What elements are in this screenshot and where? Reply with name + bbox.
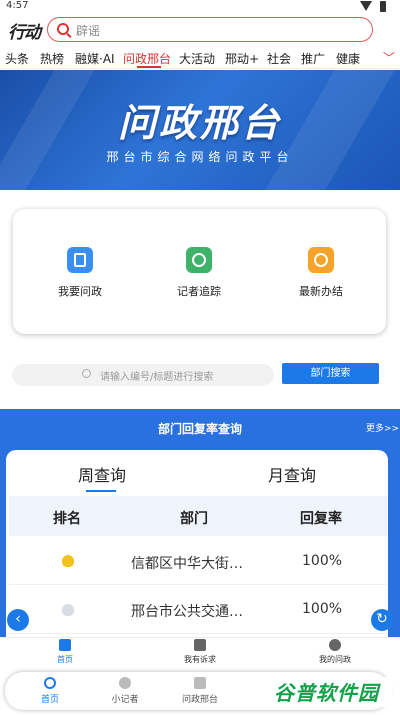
rate-value: 100% <box>302 553 343 569</box>
tab-xingdong-plus[interactable]: 邢动+ <box>225 50 259 67</box>
status-bar: 4:57 <box>0 0 400 14</box>
inner-nav-label: 我有诉求 <box>184 655 216 664</box>
wifi-icon <box>360 1 372 11</box>
bottom-nav-label: 首页 <box>40 695 59 705</box>
search-placeholder: 辟谣 <box>76 24 101 38</box>
watermark-text: 谷普软件园 <box>274 681 379 705</box>
service-label: 我要问政 <box>58 285 102 298</box>
dept-name: 信都区中华大街… <box>131 556 243 572</box>
reporter-icon <box>186 247 212 273</box>
inner-nav-mine[interactable]: 我的问政 <box>305 639 365 665</box>
home-icon <box>44 677 56 689</box>
column-rate: 回复率 <box>300 511 342 527</box>
tab-weekly[interactable]: 周查询 <box>78 462 126 486</box>
watermark: 谷普软件园 <box>274 677 392 707</box>
service-latest[interactable]: 最新办结 <box>281 247 361 299</box>
search-input[interactable]: 辟谣 <box>47 17 373 42</box>
tab-hot[interactable]: 热榜 <box>40 50 64 67</box>
more-link[interactable]: 更多>> <box>366 421 399 434</box>
channel-tabs: 头条 热榜 融媒·AI 问政邢台 大活动 邢动+ 社会 推广 健康 ﹀ <box>0 47 400 69</box>
battery-icon <box>380 1 386 12</box>
clipboard-icon <box>67 247 93 273</box>
bottom-nav-label: 问政邢台 <box>181 695 218 705</box>
inner-nav-home[interactable]: 首页 <box>35 639 95 665</box>
service-label: 记者追踪 <box>177 285 221 298</box>
service-card: 我要问政 记者追踪 最新办结 <box>13 209 386 334</box>
tab-events[interactable]: 大活动 <box>179 50 215 67</box>
dept-search-button[interactable]: 部门搜索 <box>282 363 379 384</box>
inner-nav-label: 首页 <box>57 655 73 664</box>
active-tab-indicator <box>137 66 161 68</box>
gold-trophy-icon <box>62 555 74 567</box>
tab-monthly[interactable]: 月查询 <box>268 462 316 486</box>
bottom-nav-reporter[interactable]: 小记者 <box>95 677 155 705</box>
bottom-nav-label: 小记者 <box>111 695 139 705</box>
tab-promo[interactable]: 推广 <box>301 50 325 67</box>
status-time: 4:57 <box>6 0 29 11</box>
section-title: 部门回复率查询 <box>157 422 242 436</box>
chevron-down-icon[interactable]: ﹀ <box>383 49 395 66</box>
user-icon <box>329 639 341 651</box>
refresh-icon[interactable]: ↻ <box>371 609 393 631</box>
column-rank: 排名 <box>53 511 81 527</box>
banner-title: 问政邢台 <box>117 101 282 145</box>
active-tab-indicator <box>86 490 116 492</box>
bottom-nav-wenzheng[interactable]: 问政邢台 <box>170 677 230 705</box>
dept-name: 邢台市公共交通… <box>131 604 243 620</box>
service-label: 最新办结 <box>299 285 343 298</box>
app-logo[interactable]: 行动 <box>8 18 41 43</box>
tab-wenzheng[interactable]: 问政邢台 <box>123 50 171 67</box>
edit-icon <box>194 639 206 651</box>
silver-trophy-icon <box>62 604 74 616</box>
screen: 4:57 行动 辟谣 头条 热榜 融媒·AI 问政邢台 大活动 邢动+ 社会 推… <box>0 0 400 715</box>
banner-subtitle: 邢台市综合网络问政平台 <box>106 150 294 164</box>
query-search-input[interactable]: 请输入编号/标题进行搜索 <box>12 364 274 386</box>
chat-icon <box>194 677 206 689</box>
rate-value: 100% <box>302 601 343 617</box>
clock-icon <box>308 247 334 273</box>
tab-headline[interactable]: 头条 <box>5 50 29 67</box>
service-reporter[interactable]: 记者追踪 <box>159 247 239 299</box>
column-dept: 部门 <box>180 511 208 527</box>
tab-society[interactable]: 社会 <box>267 50 291 67</box>
inner-nav-label: 我的问政 <box>319 655 351 664</box>
query-placeholder: 请输入编号/标题进行搜索 <box>100 372 214 383</box>
prev-arrow-icon[interactable]: ‹ <box>7 609 29 631</box>
banner[interactable]: 问政邢台 邢台市综合网络问政平台 <box>0 70 400 190</box>
inner-nav-appeal[interactable]: 我有诉求 <box>170 639 230 665</box>
search-icon <box>82 369 91 378</box>
search-icon <box>57 23 69 35</box>
tab-health[interactable]: 健康 <box>336 50 360 67</box>
bottom-nav-home[interactable]: 首页 <box>20 677 80 705</box>
reporter-icon <box>119 677 131 689</box>
tab-media-ai[interactable]: 融媒·AI <box>75 50 115 67</box>
service-ask[interactable]: 我要问政 <box>40 247 120 299</box>
home-icon <box>59 639 71 651</box>
